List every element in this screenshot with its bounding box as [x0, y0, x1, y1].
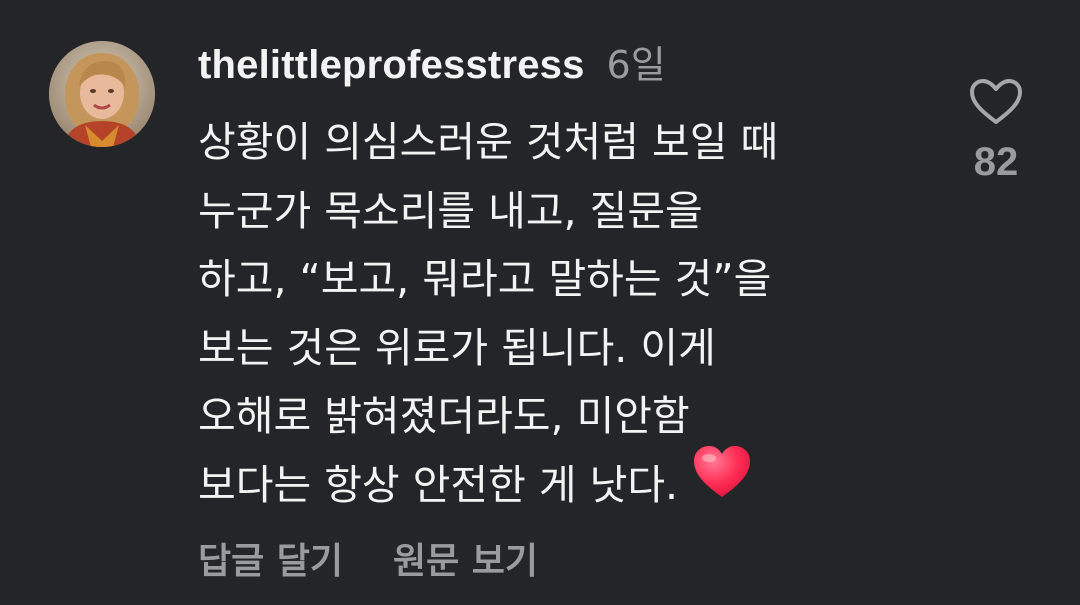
avatar-image: [49, 41, 155, 147]
see-original-button[interactable]: 원문 보기: [393, 532, 538, 584]
comment-last-line-wrap: 보다는 항상 안전한 게 낫다.: [198, 446, 928, 521]
like-count: 82: [973, 140, 1019, 184]
comment-line: 보다는 항상 안전한 게 낫다.: [198, 460, 679, 509]
comment-header: thelittleprofesstress 6일: [198, 34, 666, 90]
comment: thelittleprofesstress 6일 상황이 의심스러운 것처럼 보…: [0, 0, 1080, 605]
comment-actions: 답글 달기 원문 보기: [198, 532, 538, 584]
comment-text: 상황이 의심스러운 것처럼 보일 때 누군가 목소리를 내고, 질문을 하고, …: [198, 108, 928, 521]
comment-line: 오해로 밝혀졌더라도, 미안함: [198, 392, 690, 440]
red-heart-emoji-icon: [692, 444, 752, 521]
reply-button[interactable]: 답글 달기: [198, 532, 343, 584]
avatar[interactable]: [49, 41, 155, 147]
like-button[interactable]: [968, 78, 1024, 126]
comment-line: 하고, “보고, 뭐라고 말하는 것”을: [198, 255, 772, 303]
comment-line: 상황이 의심스러운 것처럼 보일 때: [198, 118, 779, 166]
comment-time: 6일: [606, 43, 666, 87]
username[interactable]: thelittleprofesstress: [198, 43, 585, 88]
comment-line: 누군가 목소리를 내고, 질문을: [198, 186, 703, 235]
heart-outline-icon: [970, 79, 1022, 124]
comment-line: 보는 것은 위로가 됩니다. 이게: [198, 323, 716, 372]
